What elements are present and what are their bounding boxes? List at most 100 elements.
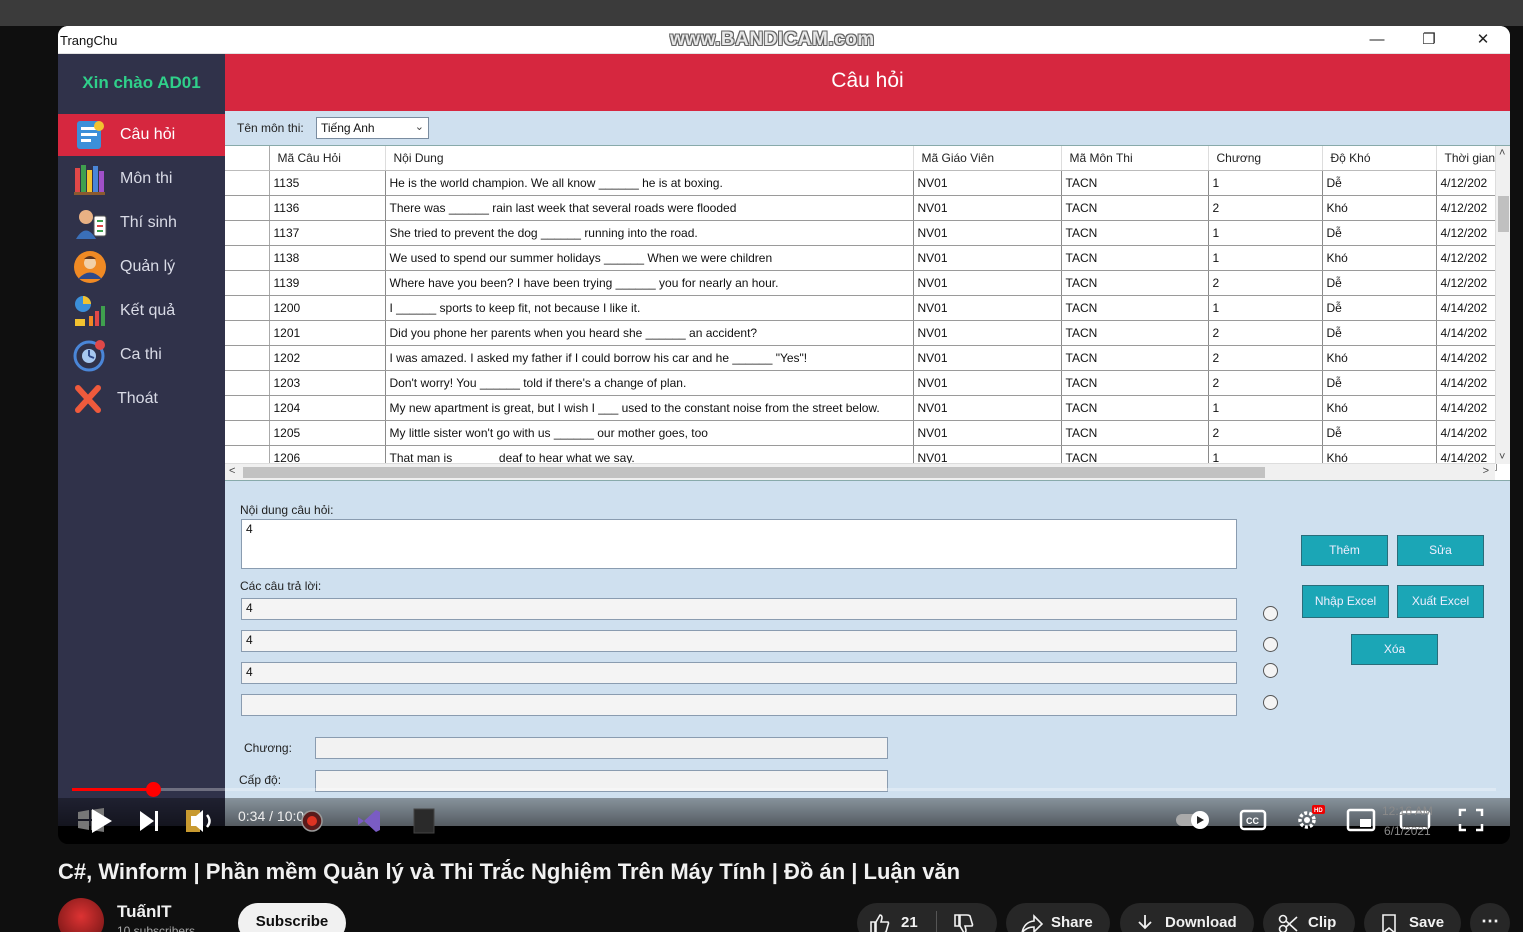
chapter-select[interactable] — [315, 737, 888, 759]
table-cell[interactable]: Did you phone her parents when you heard… — [385, 320, 914, 346]
fullscreen-icon[interactable] — [1456, 806, 1486, 834]
table-cell[interactable]: 1 — [1208, 395, 1323, 421]
edit-button[interactable]: Sửa — [1397, 535, 1484, 566]
scroll-left-icon[interactable]: < — [229, 465, 235, 477]
row-header[interactable] — [225, 245, 270, 271]
row-header[interactable] — [225, 395, 270, 421]
table-row[interactable]: 1136 There was ______ rain last week that… — [225, 195, 1497, 221]
table-cell[interactable]: Dễ — [1322, 420, 1437, 446]
table-cell[interactable]: 2 — [1208, 320, 1323, 346]
export-excel-button[interactable]: Xuất Excel — [1397, 585, 1484, 618]
table-row[interactable]: 1202 I was amazed. I asked my father if I… — [225, 345, 1497, 371]
miniplayer-icon[interactable] — [1345, 807, 1377, 833]
sidebar-item-cau-hoi[interactable]: Câu hỏi — [58, 114, 225, 156]
progress-bar[interactable] — [72, 782, 1496, 797]
table-cell[interactable]: NV01 — [913, 245, 1062, 271]
sidebar-item-mon-thi[interactable]: Môn thi — [58, 158, 225, 200]
channel-name[interactable]: TuấnIT — [117, 902, 171, 922]
correct-answer-radio-3[interactable] — [1263, 663, 1278, 678]
table-cell[interactable]: 4/14/202 — [1436, 345, 1497, 371]
table-cell[interactable]: 1138 — [269, 245, 386, 271]
captions-icon[interactable]: CC — [1238, 807, 1268, 833]
table-cell[interactable]: 4/14/202 — [1436, 295, 1497, 321]
table-cell[interactable]: 1203 — [269, 370, 386, 396]
next-icon[interactable] — [136, 808, 162, 834]
horizontal-scrollbar[interactable]: < > — [225, 463, 1495, 480]
table-cell[interactable]: 1 — [1208, 245, 1323, 271]
row-header[interactable] — [225, 420, 270, 446]
more-actions-button[interactable]: ⋯ — [1470, 903, 1510, 932]
question-content-field[interactable]: 4 — [241, 519, 1237, 569]
scroll-thumb[interactable] — [243, 467, 1265, 478]
play-icon[interactable] — [88, 806, 114, 836]
table-cell[interactable]: Dễ — [1322, 320, 1437, 346]
close-button[interactable]: ✕ — [1460, 26, 1506, 54]
table-cell[interactable]: TACN — [1061, 270, 1209, 296]
table-cell[interactable]: TACN — [1061, 320, 1209, 346]
column-header[interactable]: Độ Khó — [1322, 146, 1437, 171]
table-cell[interactable]: NV01 — [913, 320, 1062, 346]
table-cell[interactable]: 4/14/202 — [1436, 370, 1497, 396]
table-cell[interactable]: Dễ — [1322, 295, 1437, 321]
table-cell[interactable]: Dễ — [1322, 270, 1437, 296]
share-button[interactable]: Share — [1006, 903, 1110, 932]
table-cell[interactable]: Khó — [1322, 395, 1437, 421]
table-cell[interactable]: TACN — [1061, 170, 1209, 196]
table-cell[interactable]: 1202 — [269, 345, 386, 371]
table-cell[interactable]: Where have you been? I have been trying … — [385, 270, 914, 296]
table-cell[interactable]: Dễ — [1322, 370, 1437, 396]
table-cell[interactable]: Don't worry! You ______ told if there's … — [385, 370, 914, 396]
table-cell[interactable]: 2 — [1208, 270, 1323, 296]
column-header[interactable]: Thời gian — [1436, 146, 1497, 171]
table-cell[interactable]: NV01 — [913, 195, 1062, 221]
table-cell[interactable]: 1 — [1208, 220, 1323, 246]
settings-gear-icon[interactable]: HD — [1292, 804, 1326, 834]
table-row[interactable]: 1139 Where have you been? I have been try… — [225, 270, 1497, 296]
correct-answer-radio-2[interactable] — [1263, 637, 1278, 652]
sidebar-item-thoat[interactable]: Thoát — [58, 378, 225, 420]
table-cell[interactable]: Khó — [1322, 195, 1437, 221]
table-cell[interactable]: 2 — [1208, 420, 1323, 446]
answer-field-3[interactable]: 4 — [241, 662, 1237, 684]
table-cell[interactable]: 4/12/202 — [1436, 195, 1497, 221]
table-cell[interactable]: 2 — [1208, 370, 1323, 396]
row-header[interactable] — [225, 320, 270, 346]
table-cell[interactable]: Khó — [1322, 245, 1437, 271]
table-cell[interactable]: 1139 — [269, 270, 386, 296]
table-cell[interactable]: NV01 — [913, 370, 1062, 396]
row-header[interactable] — [225, 195, 270, 221]
table-cell[interactable]: 2 — [1208, 345, 1323, 371]
dislike-icon[interactable] — [953, 913, 975, 932]
table-cell[interactable]: I was amazed. I asked my father if I cou… — [385, 345, 914, 371]
subject-select[interactable]: Tiếng Anh ⌄ — [316, 117, 429, 139]
table-cell[interactable]: 1200 — [269, 295, 386, 321]
row-header[interactable] — [225, 270, 270, 296]
column-header[interactable]: Chương — [1208, 146, 1323, 171]
answer-field-4[interactable] — [241, 694, 1237, 716]
delete-button[interactable]: Xóa — [1351, 634, 1438, 665]
table-row[interactable]: 1201 Did you phone her parents when you h… — [225, 320, 1497, 346]
table-cell[interactable]: 4/14/202 — [1436, 420, 1497, 446]
row-header[interactable] — [225, 220, 270, 246]
table-cell[interactable]: I ______ sports to keep fit, not because… — [385, 295, 914, 321]
subscribe-button[interactable]: Subscribe — [238, 903, 346, 932]
table-cell[interactable]: 1205 — [269, 420, 386, 446]
correct-answer-radio-4[interactable] — [1263, 695, 1278, 710]
column-header[interactable]: Nội Dung — [385, 146, 914, 171]
sidebar-item-ca-thi[interactable]: Ca thi — [58, 334, 225, 376]
table-cell[interactable]: 1136 — [269, 195, 386, 221]
row-header[interactable] — [225, 370, 270, 396]
table-cell[interactable]: NV01 — [913, 295, 1062, 321]
sidebar-item-quan-ly[interactable]: Quản lý — [58, 246, 225, 288]
table-row[interactable]: 1205 My little sister won't go with us __… — [225, 420, 1497, 446]
table-cell[interactable]: We used to spend our summer holidays ___… — [385, 245, 914, 271]
table-row[interactable]: 1135 He is the world champion. We all kno… — [225, 170, 1497, 196]
answer-field-2[interactable]: 4 — [241, 630, 1237, 652]
table-cell[interactable]: 4/12/202 — [1436, 220, 1497, 246]
table-cell[interactable]: Dễ — [1322, 220, 1437, 246]
answer-field-1[interactable]: 4 — [241, 598, 1237, 620]
table-cell[interactable]: NV01 — [913, 170, 1062, 196]
table-row[interactable]: 1203 Don't worry! You ______ told if ther… — [225, 370, 1497, 396]
table-row[interactable]: 1137 She tried to prevent the dog ______ … — [225, 220, 1497, 246]
table-cell[interactable]: 1137 — [269, 220, 386, 246]
